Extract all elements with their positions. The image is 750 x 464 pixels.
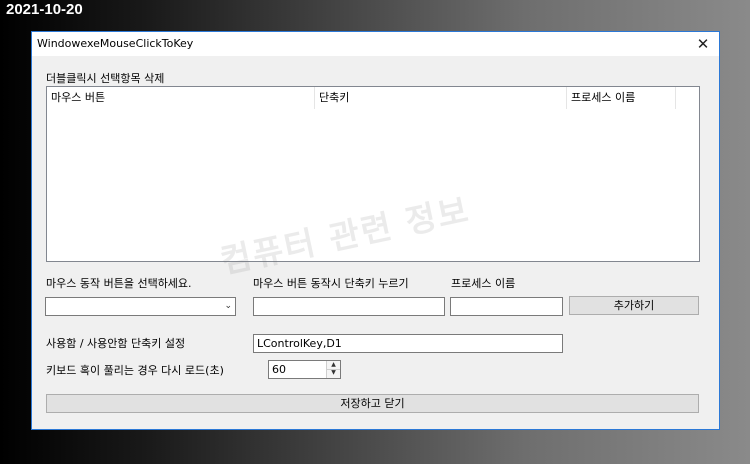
save-and-close-button[interactable]: 저장하고 닫기 — [46, 394, 699, 413]
add-button[interactable]: 추가하기 — [569, 296, 699, 315]
spin-down-icon[interactable]: ▼ — [327, 369, 340, 377]
reload-interval-stepper[interactable]: 60 ▲ ▼ — [268, 360, 341, 379]
chevron-down-icon[interactable]: ⌄ — [224, 298, 232, 315]
toggle-shortcut-label: 사용함 / 사용안함 단축키 설정 — [46, 337, 186, 350]
spin-buttons: ▲ ▼ — [326, 361, 340, 378]
mouse-button-combobox[interactable]: ⌄ — [45, 297, 236, 316]
shortcut-listview[interactable]: 마우스 버튼 단축키 프로세스 이름 — [46, 86, 700, 262]
shortcut-input[interactable] — [253, 297, 445, 316]
date-stamp: 2021-10-20 — [6, 1, 83, 18]
mouse-button-label: 마우스 동작 버튼을 선택하세요. — [46, 277, 192, 290]
column-header-mouse-button[interactable]: 마우스 버튼 — [47, 87, 315, 109]
title-bar[interactable]: WindowexeMouseClickToKey ✕ — [32, 32, 719, 56]
shortcut-label: 마우스 버튼 동작시 단축키 누르기 — [253, 277, 409, 290]
process-name-input[interactable] — [450, 297, 563, 316]
reload-interval-label: 키보드 혹이 풀리는 경우 다시 로드(초) — [46, 364, 224, 377]
app-window: WindowexeMouseClickToKey ✕ 더블클릭시 선택항목 삭제… — [31, 31, 720, 430]
toggle-shortcut-input[interactable] — [253, 334, 563, 353]
process-name-label: 프로세스 이름 — [451, 277, 516, 290]
reload-interval-value[interactable]: 60 — [272, 362, 286, 377]
window-title: WindowexeMouseClickToKey — [37, 37, 194, 50]
column-header-process-name[interactable]: 프로세스 이름 — [567, 87, 676, 109]
list-hint-label: 더블클릭시 선택항목 삭제 — [46, 72, 165, 85]
listview-header: 마우스 버튼 단축키 프로세스 이름 — [47, 87, 699, 109]
column-header-shortcut[interactable]: 단축키 — [315, 87, 567, 109]
close-icon[interactable]: ✕ — [693, 34, 713, 54]
